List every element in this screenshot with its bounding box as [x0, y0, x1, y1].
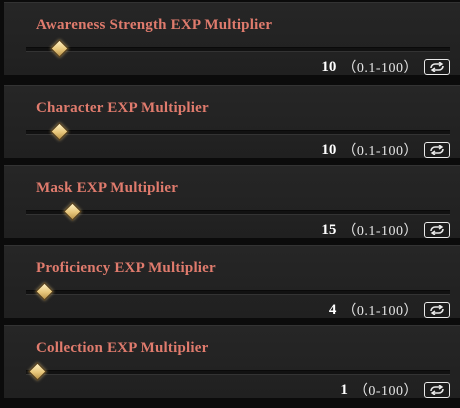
value-range: （0.1-100） — [342, 304, 418, 319]
reset-button[interactable] — [424, 302, 450, 318]
setting-label: Proficiency EXP Multiplier — [36, 260, 216, 276]
setting-label: Character EXP Multiplier — [36, 100, 209, 116]
value-row: 1 （0-100） — [340, 381, 450, 399]
reset-button[interactable] — [424, 59, 450, 75]
setting-proficiency-exp: Proficiency EXP Multiplier 4 （0.1-100） — [4, 245, 460, 319]
slider-track[interactable] — [26, 122, 450, 141]
slider-handle[interactable] — [50, 122, 69, 141]
setting-label: Awareness Strength EXP Multiplier — [36, 17, 273, 33]
value-range: （0.1-100） — [342, 144, 418, 159]
slider-track[interactable] — [26, 39, 450, 58]
setting-awareness-strength-exp: Awareness Strength EXP Multiplier 10 （0.… — [4, 2, 460, 76]
slider-track[interactable] — [26, 362, 450, 381]
reset-button[interactable] — [424, 222, 450, 238]
current-value: 10 — [321, 141, 337, 158]
setting-label: Collection EXP Multiplier — [36, 340, 209, 356]
value-row: 10 （0.1-100） — [321, 141, 450, 159]
current-value: 4 — [328, 301, 337, 318]
value-range: （0.1-100） — [342, 61, 418, 76]
slider-track[interactable] — [26, 202, 450, 221]
setting-collection-exp: Collection EXP Multiplier 1 （0-100） — [4, 325, 460, 399]
value-row: 4 （0.1-100） — [329, 301, 450, 319]
value-range: （0.1-100） — [342, 224, 418, 239]
current-value: 10 — [321, 58, 337, 75]
value-row: 15 （0.1-100） — [321, 221, 450, 239]
reset-cycle-icon — [430, 62, 444, 72]
value-row: 10 （0.1-100） — [321, 58, 450, 76]
slider-handle[interactable] — [63, 202, 82, 221]
reset-button[interactable] — [424, 382, 450, 398]
slider-handle[interactable] — [27, 362, 47, 381]
slider-handle[interactable] — [35, 282, 54, 301]
reset-cycle-icon — [430, 305, 444, 315]
reset-button[interactable] — [424, 142, 450, 158]
reset-cycle-icon — [430, 145, 444, 155]
reset-cycle-icon — [430, 385, 444, 395]
current-value: 15 — [321, 221, 337, 238]
slider-handle[interactable] — [50, 39, 69, 58]
setting-character-exp: Character EXP Multiplier 10 （0.1-100） — [4, 85, 460, 159]
setting-mask-exp: Mask EXP Multiplier 15 （0.1-100） — [4, 165, 460, 239]
setting-label: Mask EXP Multiplier — [36, 180, 179, 196]
slider-track[interactable] — [26, 282, 450, 301]
settings-panel: Awareness Strength EXP Multiplier 10 （0.… — [0, 0, 460, 408]
value-range: （0-100） — [353, 384, 418, 399]
reset-cycle-icon — [430, 225, 444, 235]
current-value: 1 — [340, 381, 348, 398]
